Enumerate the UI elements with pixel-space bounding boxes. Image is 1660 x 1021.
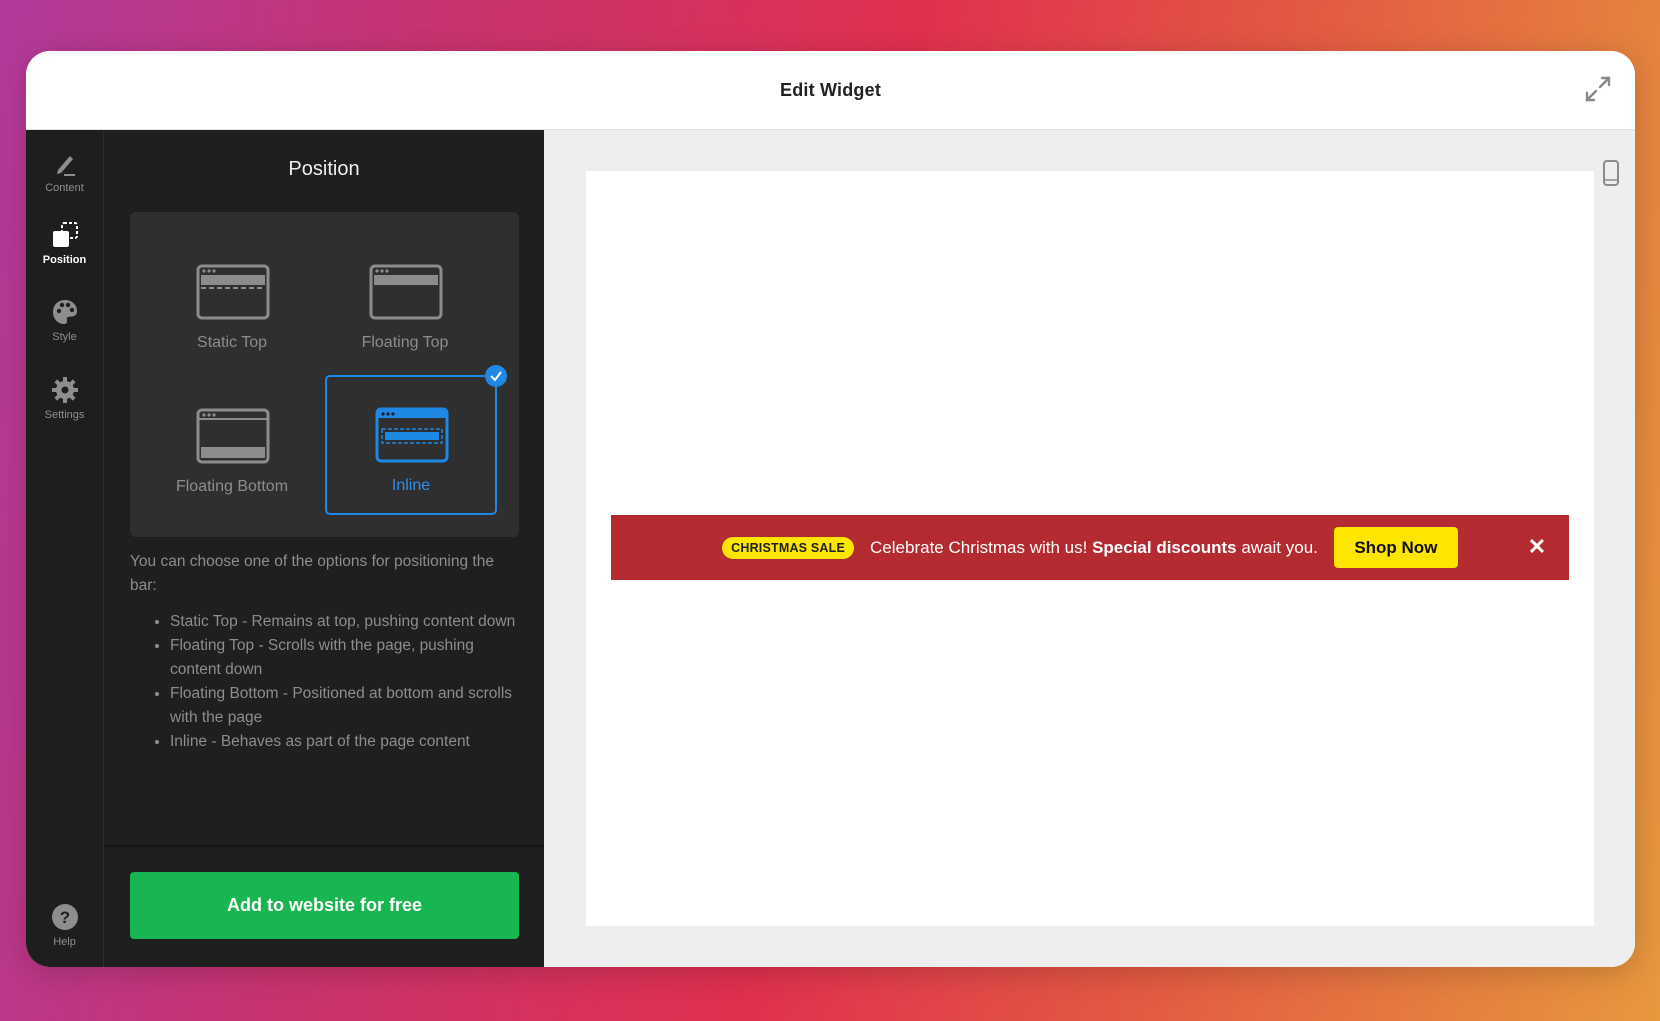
sidebar-label: Settings bbox=[44, 409, 85, 421]
window-header: Edit Widget bbox=[26, 51, 1635, 130]
add-to-website-button[interactable]: Add to website for free bbox=[130, 872, 519, 939]
description-item: Inline - Behaves as part of the page con… bbox=[170, 730, 520, 754]
banner-text-start: Celebrate Christmas with us! bbox=[870, 537, 1093, 557]
description-text: You can choose one of the options for po… bbox=[130, 553, 494, 594]
window-title: Edit Widget bbox=[779, 79, 882, 100]
option-inline[interactable]: Inline bbox=[325, 365, 507, 515]
panel-footer: Add to website for free bbox=[104, 845, 544, 967]
selected-check-icon bbox=[485, 365, 507, 387]
expand-arrows-icon bbox=[1585, 76, 1611, 102]
sidebar-label: Style bbox=[52, 331, 77, 343]
description-item: Floating Bottom - Positioned at bottom a… bbox=[170, 682, 520, 730]
sidebar-label: Help bbox=[53, 936, 76, 948]
static-top-icon bbox=[196, 264, 270, 320]
panel-title: Position bbox=[288, 158, 360, 180]
promo-banner: CHRISTMAS SALE Celebrate Christmas with … bbox=[611, 515, 1569, 580]
palette-icon bbox=[52, 300, 77, 324]
option-label: Floating Bottom bbox=[175, 478, 289, 495]
option-floating-bottom[interactable]: Floating Bottom bbox=[146, 376, 318, 516]
description-item: Floating Top - Scrolls with the page, pu… bbox=[170, 634, 520, 682]
position-options: Static Top Floating Top Floating Bottom bbox=[130, 212, 519, 537]
gear-icon bbox=[51, 377, 78, 403]
pencil-icon bbox=[56, 156, 75, 176]
sidebar-label: Content bbox=[45, 182, 84, 194]
sidebar-item-style[interactable]: Style bbox=[26, 297, 103, 343]
banner-text-end: await you. bbox=[1236, 537, 1318, 557]
shop-now-button[interactable]: Shop Now bbox=[1333, 527, 1458, 568]
sidebar: Content Position Style Settings ? Help bbox=[26, 130, 104, 967]
mobile-device-icon bbox=[1603, 160, 1619, 186]
preview-area: CHRISTMAS SALE Celebrate Christmas with … bbox=[544, 130, 1635, 967]
option-floating-top[interactable]: Floating Top bbox=[319, 232, 491, 372]
banner-message: Celebrate Christmas with us! Special dis… bbox=[870, 538, 1318, 558]
preview-canvas: CHRISTMAS SALE Celebrate Christmas with … bbox=[586, 171, 1594, 926]
floating-bottom-icon bbox=[196, 408, 270, 464]
close-icon[interactable]: ✕ bbox=[1525, 535, 1549, 559]
sale-badge: CHRISTMAS SALE bbox=[722, 536, 855, 559]
position-icon bbox=[52, 222, 78, 247]
floating-top-icon bbox=[369, 264, 443, 320]
option-label: Floating Top bbox=[361, 334, 449, 351]
sidebar-item-help[interactable]: ? Help bbox=[26, 902, 103, 948]
svg-text:?: ? bbox=[59, 908, 69, 927]
sidebar-label: Position bbox=[42, 254, 87, 266]
option-label: Static Top bbox=[197, 334, 267, 351]
inline-icon bbox=[375, 407, 449, 463]
mobile-preview-button[interactable] bbox=[1601, 160, 1621, 186]
position-description: You can choose one of the options for po… bbox=[130, 550, 520, 754]
option-label: Inline bbox=[391, 477, 431, 494]
sidebar-item-position[interactable]: Position bbox=[26, 220, 103, 266]
expand-button[interactable] bbox=[1583, 74, 1613, 104]
description-list: Static Top - Remains at top, pushing con… bbox=[130, 610, 520, 754]
option-static-top[interactable]: Static Top bbox=[146, 232, 318, 372]
sidebar-item-settings[interactable]: Settings bbox=[26, 375, 103, 421]
description-item: Static Top - Remains at top, pushing con… bbox=[170, 610, 520, 634]
position-panel: Position Static Top Floating Top Floatin… bbox=[104, 130, 544, 967]
edit-widget-window: Edit Widget Content Position Style Setti… bbox=[26, 51, 1635, 967]
help-icon: ? bbox=[51, 904, 78, 930]
banner-text-bold: Special discounts bbox=[1092, 537, 1237, 557]
sidebar-item-content[interactable]: Content bbox=[26, 148, 103, 194]
